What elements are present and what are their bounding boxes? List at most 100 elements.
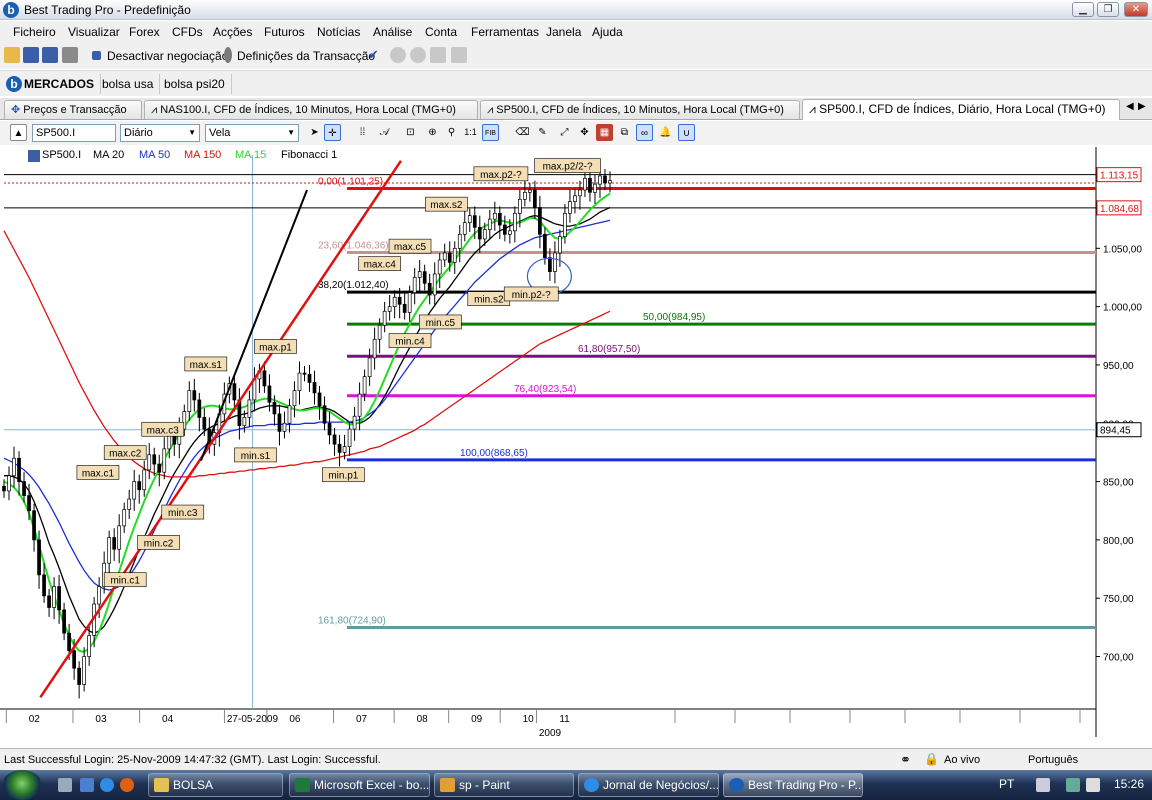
annotation-label: max.c3 [147,425,180,436]
candle-body [302,372,307,375]
legend-symbol[interactable]: SP500.I [42,149,81,161]
grid-dots-icon[interactable]: ⁞⁞ [354,124,371,141]
markets-tab-bolsa-psi20[interactable]: bolsa psi20 [158,74,232,94]
open-folder-icon[interactable] [4,47,20,63]
candle-body [512,212,517,232]
taskbar-best-trading[interactable]: Best Trading Pro - P... [723,773,863,797]
taskbar-bolsa[interactable]: BOLSA [148,773,283,797]
markets-header[interactable]: MERCADOS [18,74,102,94]
taskbar-jornal[interactable]: Jornal de Negócios/... [578,773,719,797]
clone-icon[interactable]: ⧉ [616,124,633,141]
menu-noticias[interactable]: Notícias [317,25,360,39]
menu-visualizar[interactable]: Visualizar [68,25,120,39]
tab-scroll-right-icon[interactable]: ▶ [1138,101,1146,112]
print-icon[interactable] [62,47,78,63]
zoom-out-icon[interactable]: ⚲ [443,124,460,141]
start-button[interactable] [2,770,42,800]
indicator-icon[interactable]: 𝒜 [376,124,393,141]
taskbar-excel[interactable]: Microsoft Excel - bo... [289,773,430,797]
candle-body [192,390,197,401]
markets-tab-bolsa-usa[interactable]: bolsa usa [96,74,161,94]
refresh-icon[interactable] [451,47,467,63]
firefox-icon[interactable] [120,778,134,792]
scale-icon[interactable]: ⤢ [556,124,573,141]
menu-futuros[interactable]: Futuros [264,25,305,39]
pointer-icon[interactable]: ➤ [306,124,323,141]
link-icon[interactable]: ∞ [636,124,653,141]
menu-ajuda[interactable]: Ajuda [592,25,623,39]
deactivate-trading-button[interactable]: Desactivar negociação [107,49,228,63]
eraser-icon[interactable]: ⌫ [514,124,531,141]
tray-clock: 15:26 [1114,777,1145,791]
symbol-input[interactable]: SP500.I [32,124,116,142]
back-icon[interactable] [390,47,406,63]
menu-analise[interactable]: Análise [373,25,412,39]
ie-icon[interactable] [100,778,114,792]
x-tick-label: 07 [356,714,368,725]
tab-sp500-daily[interactable]: ⩘ SP500.I, CFD de Índices, Diário, Hora … [802,99,1120,120]
tray-language[interactable]: PT [999,777,1014,791]
crosshair-icon[interactable]: ✛ [324,124,341,141]
x-tick-label: 03 [95,714,107,725]
transaction-settings-button[interactable]: Definições da Transacção [237,49,375,63]
add-indicator-icon[interactable]: ✥ [576,124,593,141]
minimize-button[interactable]: ▁ [1072,2,1094,17]
candle-body [518,198,522,214]
wave-annotation: max.c5 [388,238,432,254]
deactivate-trading-icon[interactable] [92,51,101,60]
show-desktop-icon[interactable] [58,778,72,792]
candle-body [282,422,287,432]
menu-accoes[interactable]: Acções [213,25,252,39]
menu-ferramentas[interactable]: Ferramentas [471,25,539,39]
tab-scroll-left-icon[interactable]: ◀ [1126,101,1134,112]
zoom-in-icon[interactable]: ⊕ [424,124,441,141]
legend-ma150[interactable]: MA 150 [184,149,221,161]
candle-body [112,537,117,550]
chart-style-select[interactable]: Vela ▼ [205,124,299,142]
candle-body [32,510,36,541]
legend-ma50[interactable]: MA 50 [139,149,170,161]
quicklaunch-explorer-icon[interactable] [80,778,94,792]
checkmark-icon[interactable]: ✔ [368,47,384,63]
home-icon[interactable] [430,47,446,63]
layout-icon[interactable]: ▦ [596,124,613,141]
tray-app-icon[interactable] [1066,778,1080,792]
draw-icon[interactable]: ✎ [534,124,551,141]
tab-sp500-10min[interactable]: ⩘ SP500.I, CFD de Índices, 10 Minutos, H… [480,100,800,119]
forward-icon[interactable] [410,47,426,63]
menu-forex[interactable]: Forex [129,25,160,39]
tab-precos-transaccao[interactable]: ✥ Preços e Transacção [4,100,142,119]
price-chart[interactable]: 1.050,001.000,00950,00900,00850,00800,00… [0,147,1152,748]
timeframe-select[interactable]: Diário ▼ [120,124,200,142]
candle-body [437,259,442,275]
collapse-icon[interactable]: ▲ [10,124,27,141]
taskbar-paint[interactable]: sp - Paint [434,773,574,797]
fibonacci-button[interactable]: FIB [482,124,499,141]
wave-annotation: max.c1 [76,465,120,480]
menu-janela[interactable]: Janela [546,25,581,39]
one-to-one-icon[interactable]: 1:1 [462,124,479,141]
candle-body [462,222,467,235]
save-all-icon[interactable] [42,47,58,63]
taskbar-label: Microsoft Excel - bo... [314,778,430,792]
menu-cfds[interactable]: CFDs [172,25,203,39]
save-icon[interactable] [23,47,39,63]
menu-conta[interactable]: Conta [425,25,457,39]
restore-button[interactable]: ❐ [1097,2,1119,17]
fibonacci-label: 50,00(984,95) [643,312,705,323]
close-button[interactable]: ✕ [1124,2,1148,17]
legend-ma15[interactable]: MA 15 [235,149,266,161]
y-tick-label: 800,00 [1103,536,1134,547]
candle-body [297,372,302,391]
transaction-settings-icon[interactable] [224,47,232,63]
magnet-icon[interactable]: ∪ [678,124,695,141]
alert-bell-icon[interactable]: 🔔 [657,124,674,141]
menu-ficheiro[interactable]: Ficheiro [13,25,56,39]
legend-fibonacci[interactable]: Fibonacci 1 [281,149,337,161]
tab-nas100-10min[interactable]: ⩘ NAS100.I, CFD de Índices, 10 Minutos, … [144,100,478,119]
zoom-area-icon[interactable]: ⊡ [402,124,419,141]
candle-body [472,215,477,228]
legend-ma20[interactable]: MA 20 [93,149,124,161]
tray-network-icon[interactable] [1036,778,1050,792]
tray-volume-icon[interactable] [1086,778,1100,792]
